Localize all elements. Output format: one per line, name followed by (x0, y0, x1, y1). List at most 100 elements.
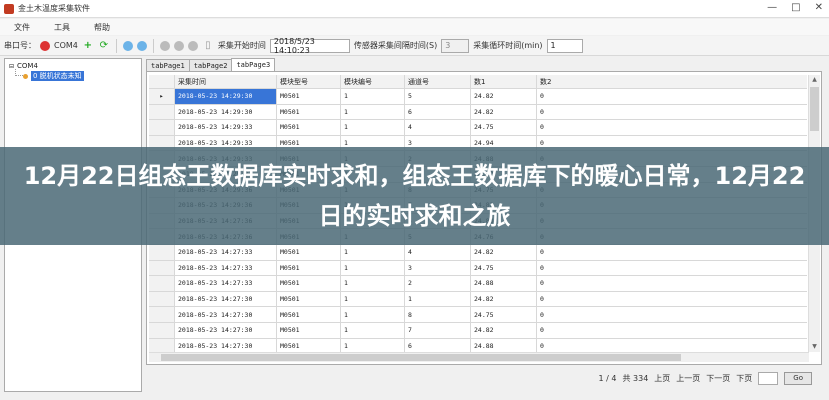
last-page-link[interactable]: 下页 (736, 373, 752, 384)
prev-page-link[interactable]: 上一页 (676, 373, 700, 384)
table-cell[interactable]: 24.75 (471, 260, 537, 276)
row-header[interactable] (149, 104, 175, 120)
table-cell[interactable]: M0501 (277, 89, 341, 104)
table-cell[interactable]: M0501 (277, 276, 341, 291)
table-cell[interactable]: 1 (341, 89, 405, 104)
table-row[interactable]: 2018-05-23 14:29:30 M0501 1 6 24.82 0 (149, 104, 807, 121)
column-header[interactable]: 模块型号 (277, 75, 341, 88)
table-cell[interactable]: 2018-05-23 14:27:30 (175, 291, 277, 307)
table-cell[interactable]: 24.75 (471, 307, 537, 322)
add-icon[interactable]: + (82, 40, 94, 52)
maximize-button[interactable]: □ (791, 2, 800, 13)
table-cell[interactable]: 0 (537, 261, 807, 276)
table-cell[interactable]: 2018-05-23 14:27:33 (175, 244, 277, 260)
settings-icon[interactable] (136, 40, 147, 51)
menu-tools[interactable]: 工具 (42, 22, 82, 33)
table-row[interactable]: 2018-05-23 14:27:33 M0501 1 2 24.88 0 (149, 276, 807, 292)
table-cell[interactable]: 6 (405, 338, 471, 354)
table-row[interactable]: 2018-05-23 14:27:30 M0501 1 1 24.82 0 (149, 291, 807, 308)
first-page-link[interactable]: 上页 (654, 373, 670, 384)
table-cell[interactable]: 1 (341, 276, 405, 291)
table-cell[interactable]: 2018-05-23 14:29:30 (175, 89, 277, 104)
table-cell[interactable]: 0 (537, 276, 807, 291)
menu-help[interactable]: 帮助 (82, 22, 122, 33)
tree-root[interactable]: ⊟ COM4 (9, 62, 38, 70)
table-cell[interactable]: 2018-05-23 14:27:30 (175, 338, 277, 354)
refresh-icon[interactable]: ⟳ (98, 40, 110, 52)
table-cell[interactable]: 2018-05-23 14:29:33 (175, 120, 277, 135)
table-cell[interactable]: 1 (341, 244, 405, 260)
table-cell[interactable]: 0 (537, 105, 807, 120)
column-header[interactable]: 模块编号 (341, 75, 405, 88)
column-header[interactable]: 数1 (471, 75, 537, 88)
row-header[interactable] (149, 291, 175, 307)
table-cell[interactable]: 24.75 (471, 120, 537, 135)
table-row[interactable]: 2018-05-23 14:27:33 M0501 1 4 24.82 0 (149, 244, 807, 261)
table-row[interactable]: 2018-05-23 14:27:33 M0501 1 3 24.75 0 (149, 260, 807, 277)
table-row[interactable]: 2018-05-23 14:27:30 M0501 1 8 24.75 0 (149, 307, 807, 323)
column-header[interactable]: 采集时间 (175, 75, 277, 88)
table-cell[interactable]: 1 (341, 120, 405, 135)
horizontal-scrollbar[interactable] (149, 352, 809, 362)
menu-file[interactable]: 文件 (0, 22, 42, 33)
table-cell[interactable]: 2018-05-23 14:27:30 (175, 322, 277, 338)
close-button[interactable]: ✕ (815, 2, 823, 13)
page-number-input[interactable] (758, 371, 779, 385)
pause-icon[interactable] (173, 40, 184, 51)
row-header[interactable] (149, 260, 175, 276)
next-page-link[interactable]: 下一页 (706, 373, 730, 384)
table-row[interactable]: 2018-05-23 14:27:30 M0501 1 7 24.82 0 (149, 322, 807, 339)
table-cell[interactable]: 2018-05-23 14:27:30 (175, 307, 277, 322)
current-row-icon[interactable]: ▸ (149, 89, 175, 104)
tree-node-module[interactable]: 0 脱机状态未知 (23, 71, 84, 81)
document-icon[interactable]: ▯ (202, 40, 214, 52)
table-cell[interactable]: 3 (405, 260, 471, 276)
row-header[interactable] (149, 276, 175, 291)
connect-icon[interactable] (122, 40, 133, 51)
scroll-down-icon[interactable]: ▼ (809, 342, 820, 352)
table-cell[interactable]: 6 (405, 104, 471, 120)
table-cell[interactable]: 2 (405, 276, 471, 291)
table-cell[interactable]: 8 (405, 307, 471, 322)
cycle-stepper[interactable]: 1 (546, 38, 583, 53)
table-cell[interactable]: M0501 (277, 291, 341, 307)
go-button[interactable]: Go (784, 371, 812, 385)
table-cell[interactable]: 4 (405, 244, 471, 260)
table-cell[interactable]: 2018-05-23 14:29:30 (175, 104, 277, 120)
record-icon[interactable] (187, 40, 198, 51)
table-cell[interactable]: 1 (341, 260, 405, 276)
row-header[interactable] (149, 338, 175, 354)
table-cell[interactable]: M0501 (277, 307, 341, 322)
tab-page2[interactable]: tabPage2 (188, 59, 233, 71)
table-cell[interactable]: 24.88 (471, 276, 537, 291)
row-header[interactable] (149, 120, 175, 135)
table-row[interactable]: 2018-05-23 14:29:33 M0501 1 4 24.75 0 (149, 120, 807, 136)
disconnect-icon[interactable] (40, 40, 50, 51)
table-cell[interactable]: M0501 (277, 120, 341, 135)
table-cell[interactable]: 0 (537, 89, 807, 104)
start-time-field[interactable]: 2018/5/23 14:10:23 (269, 37, 350, 55)
interval-field[interactable]: 3 (441, 38, 470, 53)
scroll-thumb[interactable] (810, 87, 819, 131)
stop-icon[interactable] (159, 40, 170, 51)
column-header[interactable]: 通道号 (405, 75, 471, 88)
table-cell[interactable]: 1 (405, 291, 471, 307)
port-value[interactable]: COM4 (54, 41, 78, 50)
table-cell[interactable]: M0501 (277, 244, 341, 260)
tab-page3[interactable]: tabPage3 (231, 58, 276, 71)
table-cell[interactable]: M0501 (277, 104, 341, 120)
row-header[interactable] (149, 322, 175, 338)
table-cell[interactable]: M0501 (277, 260, 341, 276)
table-cell[interactable]: 24.82 (471, 322, 537, 338)
row-header[interactable] (149, 244, 175, 260)
table-cell[interactable]: 24.82 (471, 104, 537, 120)
scroll-up-icon[interactable]: ▲ (809, 75, 820, 85)
table-cell[interactable]: 24.82 (471, 89, 537, 104)
table-cell[interactable]: 24.82 (471, 244, 537, 260)
table-cell[interactable]: 1 (341, 307, 405, 322)
tab-page1[interactable]: tabPage1 (146, 59, 190, 71)
table-cell[interactable]: M0501 (277, 338, 341, 354)
table-cell[interactable]: 4 (405, 120, 471, 135)
table-row[interactable]: ▸ 2018-05-23 14:29:30 M0501 1 5 24.82 0 (149, 89, 807, 105)
table-cell[interactable]: 0 (537, 245, 807, 260)
